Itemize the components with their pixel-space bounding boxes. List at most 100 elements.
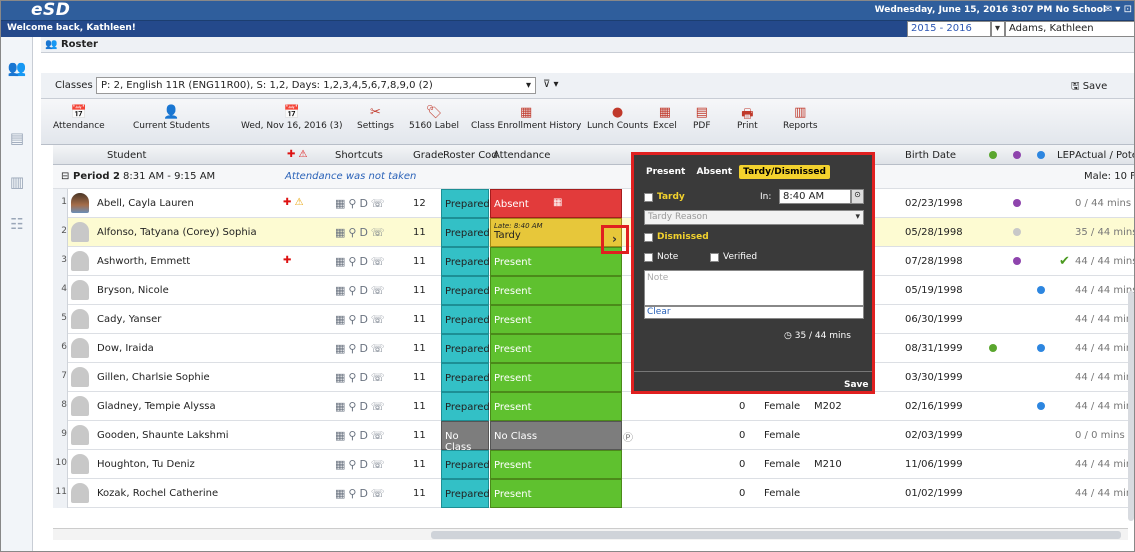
table-row[interactable]: 1 Abell, Cayla Lauren ✚ ⚠ ▦⚲D☏ 12 Prepared Abs… — [53, 189, 1134, 218]
attendance-cell[interactable]: Present — [490, 305, 622, 334]
toolbar-excel-button[interactable]: ▦ Excel — [653, 105, 677, 131]
medical-alert-icon[interactable]: ✚ ⚠ — [279, 197, 308, 208]
roster-nav-icon[interactable]: 👥 — [7, 59, 27, 77]
grades-nav-icon[interactable]: ▤ — [7, 129, 27, 147]
table-row[interactable]: 6 Dow, Iraida ▦⚲D☏ 11 Prepared Present 08/31/1… — [53, 334, 1135, 363]
in-time-field[interactable]: 8:40 AM — [779, 189, 851, 204]
user-select[interactable]: Adams, Kathleen — [1005, 21, 1134, 37]
table-row[interactable]: 8 Gladney, Tempie Alyssa ▦⚲D☏ 11 Prepared Pre… — [53, 392, 1134, 421]
student-name[interactable]: Dow, Iraida — [93, 343, 158, 354]
note-checkbox[interactable] — [644, 253, 653, 262]
table-row[interactable]: 5 Cady, Yanser ▦⚲D☏ 11 Prepared Present 06/30/… — [53, 305, 1134, 334]
scroll-thumb[interactable] — [431, 531, 1121, 539]
save-button[interactable]: 🖫 Save — [1071, 79, 1107, 96]
attendance-cell[interactable]: Absent ▦ — [490, 189, 622, 218]
col-attendance[interactable]: Attendance — [489, 150, 554, 161]
table-row[interactable]: 3 Ashworth, Emmett ✚ ▦⚲D☏ 11 Prepared Present 0… — [53, 247, 1134, 276]
shortcuts-icon[interactable]: ▦⚲D☏ — [335, 487, 388, 500]
tab-present[interactable]: Present — [642, 165, 689, 179]
tardy-checkbox[interactable] — [644, 193, 653, 202]
student-name[interactable]: Kozak, Rochel Catherine — [93, 488, 222, 499]
attendance-cell[interactable]: No Class — [490, 421, 622, 450]
horizontal-scrollbar[interactable] — [53, 528, 1128, 540]
toolbar-class-enrollment-history-button[interactable]: ▦ Class Enrollment History — [471, 105, 581, 131]
mail-icon[interactable]: ✉ ▾ ⊡ — [1104, 4, 1132, 15]
filter-icon[interactable]: ⊽ ▾ — [543, 79, 559, 90]
toolbar-wed-nov-16-2016-3-button[interactable]: 📅 Wed, Nov 16, 2016 (3) — [241, 105, 342, 131]
attendance-note: Attendance was not taken — [285, 171, 417, 182]
vertical-scrollbar[interactable] — [1128, 291, 1134, 521]
student-name[interactable]: Ashworth, Emmett — [93, 256, 194, 267]
toolbar-pdf-button[interactable]: ▤ PDF — [693, 105, 711, 131]
student-name[interactable]: Houghton, Tu Deniz — [93, 459, 199, 470]
dismissed-checkbox[interactable] — [644, 233, 653, 242]
table-row[interactable]: 7 Gillen, Charlsie Sophie ▦⚲D☏ 11 Prepared Pr… — [53, 363, 1134, 392]
student-name[interactable]: Gillen, Charlsie Sophie — [93, 372, 214, 383]
table-row[interactable]: 4 Bryson, Nicole ▦⚲D☏ 11 Prepared Present 05/1… — [53, 276, 1134, 305]
col-actual[interactable]: Actual / Poter — [1071, 150, 1134, 161]
student-name[interactable]: Alfonso, Tatyana (Corey) Sophia — [93, 227, 261, 238]
grade: 11 — [413, 314, 426, 325]
shortcuts-icon[interactable]: ▦⚲D☏ — [335, 400, 388, 413]
student-name[interactable]: Gooden, Shaunte Lakshmi — [93, 430, 232, 441]
attendance-cell[interactable]: Present — [490, 392, 622, 421]
attendance-cell[interactable]: Present — [490, 334, 622, 363]
chart-nav-icon[interactable]: ▥ — [7, 173, 27, 191]
toolbar-current-students-button[interactable]: 👤 Current Students — [133, 105, 210, 131]
list-nav-icon[interactable]: ☷ — [7, 215, 27, 233]
medical-alert-icon[interactable]: ✚ — [279, 255, 295, 266]
table-row[interactable]: 2 Alfonso, Tatyana (Corey) Sophia ▦⚲D☏ 11 Pr… — [53, 218, 1134, 247]
table-row[interactable]: 10 Houghton, Tu Deniz ▦⚲D☏ 11 Prepared Presen… — [53, 450, 1134, 479]
toolbar-settings-button[interactable]: ✂ Settings — [357, 105, 394, 131]
clock-icon[interactable]: ⊙ — [851, 189, 864, 204]
table-row[interactable]: 11 Kozak, Rochel Catherine ▦⚲D☏ 11 Prepared P… — [53, 479, 1134, 508]
attendance-cell[interactable]: Present — [490, 479, 622, 508]
count-value: 0 — [739, 488, 746, 499]
col-shortcuts[interactable]: Shortcuts — [331, 150, 387, 161]
class-select[interactable]: P: 2, English 11R (ENG11R00), S: 1,2, Da… — [96, 77, 536, 94]
attendance-cell[interactable]: Present — [490, 363, 622, 392]
shortcuts-icon[interactable]: ▦⚲D☏ — [335, 313, 388, 326]
toolbar-label: 5160 Label — [409, 121, 460, 131]
clear-link[interactable]: Clear — [644, 306, 864, 319]
popup-save-button[interactable]: Save — [844, 380, 869, 390]
note-label: Note — [657, 252, 679, 262]
table-row[interactable]: 9 Gooden, Shaunte Lakshmi ▦⚲D☏ 11 No Class No… — [53, 421, 1134, 453]
tab-absent[interactable]: Absent — [692, 165, 736, 179]
tab-tardy-dismissed[interactable]: Tardy/Dismissed — [739, 165, 830, 179]
shortcuts-icon[interactable]: ▦⚲D☏ — [335, 429, 388, 442]
toolbar-5160-label-button[interactable]: 🏷 5160 Label — [409, 105, 459, 131]
student-name[interactable]: Bryson, Nicole — [93, 285, 173, 296]
calendar-icon[interactable]: ▦ — [553, 197, 562, 208]
shortcuts-icon[interactable]: ▦⚲D☏ — [335, 284, 388, 297]
attendance-cell[interactable]: Present — [490, 450, 622, 479]
avatar — [71, 367, 89, 387]
shortcuts-icon[interactable]: ▦⚲D☏ — [335, 371, 388, 384]
shortcuts-icon[interactable]: ▦⚲D☏ — [335, 226, 388, 239]
student-name[interactable]: Gladney, Tempie Alyssa — [93, 401, 220, 412]
toolbar-lunch-counts-button[interactable]: ● Lunch Counts — [587, 105, 648, 131]
student-name[interactable]: Cady, Yanser — [93, 314, 165, 325]
tardy-reason-select[interactable]: Tardy Reason ▾ — [644, 210, 864, 225]
p-badge-icon: Ⓟ — [623, 433, 633, 444]
toolbar-print-button[interactable]: 🖶 Print — [737, 105, 758, 131]
toolbar-attendance-button[interactable]: 📅 Attendance — [53, 105, 105, 131]
verified-checkbox[interactable] — [710, 253, 719, 262]
note-textarea[interactable]: Note — [644, 270, 864, 306]
actual-minutes: 44 / 44 mins — [1075, 343, 1135, 354]
shortcuts-icon[interactable]: ▦⚲D☏ — [335, 197, 388, 210]
popup-pointer[interactable]: › — [601, 225, 629, 254]
year-select[interactable]: 2015 - 2016 — [907, 21, 991, 37]
chevron-down-icon[interactable]: ▾ — [991, 21, 1005, 37]
roster-code: Prepared — [441, 189, 490, 218]
student-name[interactable]: Abell, Cayla Lauren — [93, 198, 198, 209]
grade: 11 — [413, 343, 426, 354]
shortcuts-icon[interactable]: ▦⚲D☏ — [335, 342, 388, 355]
col-birth-date[interactable]: Birth Date — [901, 150, 960, 161]
shortcuts-icon[interactable]: ▦⚲D☏ — [335, 458, 388, 471]
col-student[interactable]: Student — [103, 150, 150, 161]
shortcuts-icon[interactable]: ▦⚲D☏ — [335, 255, 388, 268]
attendance-cell[interactable]: Present — [490, 276, 622, 305]
toolbar-reports-button[interactable]: ▥ Reports — [783, 105, 818, 131]
roster-header: 👥 Roster — [41, 37, 1134, 53]
